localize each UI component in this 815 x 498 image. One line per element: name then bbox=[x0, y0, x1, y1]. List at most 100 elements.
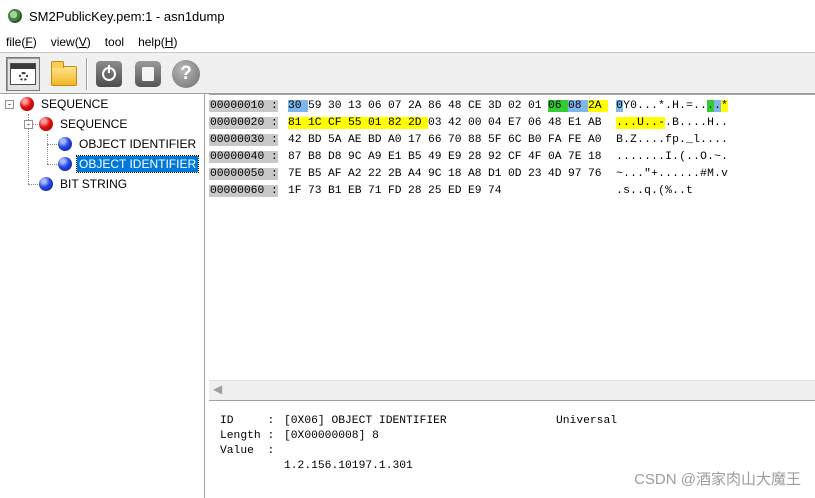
hex-byte[interactable]: 18 bbox=[588, 151, 608, 163]
hex-byte[interactable]: 2B bbox=[388, 168, 408, 180]
hex-byte[interactable]: 9C bbox=[348, 151, 368, 163]
hex-byte[interactable]: 88 bbox=[468, 134, 488, 146]
hex-byte[interactable]: 70 bbox=[448, 134, 468, 146]
hex-byte[interactable]: BD bbox=[308, 134, 328, 146]
hex-byte[interactable]: 2A bbox=[588, 99, 608, 112]
menu-file[interactable]: file(F) bbox=[6, 35, 37, 49]
hex-byte[interactable]: FA bbox=[548, 134, 568, 146]
hex-byte[interactable]: 59 bbox=[308, 100, 328, 112]
hex-byte[interactable]: 06 bbox=[368, 100, 388, 112]
hex-byte[interactable]: A4 bbox=[408, 168, 428, 180]
hex-byte[interactable]: 06 bbox=[528, 117, 548, 129]
hex-byte[interactable]: AF bbox=[328, 168, 348, 180]
hex-byte[interactable]: 2D bbox=[408, 116, 428, 129]
hex-byte[interactable]: FD bbox=[388, 185, 408, 197]
hex-byte[interactable]: 04 bbox=[488, 117, 508, 129]
hex-view[interactable]: 00000010 :30 59 30 13 06 07 2A 86 48 CE 3D 02 01 06 08… bbox=[209, 94, 815, 399]
hex-byte[interactable]: D8 bbox=[328, 151, 348, 163]
hex-byte[interactable]: E1 bbox=[568, 117, 588, 129]
tree-toggle[interactable]: - bbox=[5, 100, 14, 109]
hex-byte[interactable]: B8 bbox=[308, 151, 328, 163]
hex-byte[interactable]: 1C bbox=[308, 116, 328, 129]
hex-byte[interactable]: ED bbox=[448, 185, 468, 197]
hex-byte[interactable]: 4F bbox=[528, 151, 548, 163]
hex-byte[interactable]: 23 bbox=[528, 168, 548, 180]
hex-byte[interactable]: 1F bbox=[288, 185, 308, 197]
hex-byte[interactable]: 42 bbox=[288, 134, 308, 146]
save-button[interactable] bbox=[131, 57, 165, 91]
hex-byte[interactable]: 03 bbox=[428, 117, 448, 129]
hex-byte[interactable]: 17 bbox=[408, 134, 428, 146]
hex-byte[interactable]: A0 bbox=[588, 134, 608, 146]
tree-node-sequence[interactable]: SEQUENCE bbox=[39, 114, 129, 134]
hex-byte[interactable]: 5F bbox=[488, 134, 508, 146]
scroll-left-icon[interactable]: ◀ bbox=[213, 382, 222, 396]
hex-byte[interactable]: A9 bbox=[368, 151, 388, 163]
hex-byte[interactable]: 07 bbox=[388, 100, 408, 112]
hex-byte[interactable]: BD bbox=[368, 134, 388, 146]
hex-byte[interactable]: AE bbox=[348, 134, 368, 146]
horizontal-scrollbar[interactable]: ◀ bbox=[209, 380, 815, 397]
hex-byte[interactable]: A0 bbox=[388, 134, 408, 146]
settings-button[interactable] bbox=[6, 57, 40, 91]
hex-byte[interactable]: 3D bbox=[488, 100, 508, 112]
hex-byte[interactable]: E9 bbox=[468, 185, 488, 197]
hex-byte[interactable]: D1 bbox=[488, 168, 508, 180]
hex-byte[interactable]: 97 bbox=[568, 168, 588, 180]
hex-byte[interactable]: 18 bbox=[448, 168, 468, 180]
hex-byte[interactable]: 4D bbox=[548, 168, 568, 180]
hex-byte[interactable]: 08 bbox=[568, 99, 588, 112]
hex-byte[interactable]: 7E bbox=[288, 168, 308, 180]
tree-node-bit-string[interactable]: BIT STRING bbox=[39, 174, 129, 194]
hex-byte[interactable]: 00 bbox=[468, 117, 488, 129]
hex-byte[interactable]: 02 bbox=[508, 100, 528, 112]
hex-byte[interactable]: 25 bbox=[428, 185, 448, 197]
hex-byte[interactable]: 5A bbox=[328, 134, 348, 146]
hex-byte[interactable]: 42 bbox=[448, 117, 468, 129]
hex-byte[interactable]: CF bbox=[328, 116, 348, 129]
hex-byte[interactable]: FE bbox=[568, 134, 588, 146]
hex-byte[interactable]: 74 bbox=[488, 185, 508, 197]
hex-byte[interactable]: 2A bbox=[408, 100, 428, 112]
hex-byte[interactable]: 86 bbox=[428, 100, 448, 112]
hex-byte[interactable]: 73 bbox=[308, 185, 328, 197]
asn1-tree[interactable]: - SEQUENCE - SEQUENCE OBJECT IDENTIFIER … bbox=[0, 94, 205, 498]
hex-byte[interactable]: 28 bbox=[408, 185, 428, 197]
hex-byte[interactable]: 92 bbox=[488, 151, 508, 163]
hex-byte[interactable]: E1 bbox=[388, 151, 408, 163]
hex-byte[interactable]: 30 bbox=[288, 99, 308, 112]
hex-byte[interactable]: 49 bbox=[428, 151, 448, 163]
tree-node-sequence[interactable]: SEQUENCE bbox=[20, 94, 110, 114]
hex-byte[interactable]: 55 bbox=[348, 116, 368, 129]
hex-byte[interactable]: 28 bbox=[468, 151, 488, 163]
hex-byte[interactable]: B5 bbox=[408, 151, 428, 163]
hex-byte[interactable]: 82 bbox=[388, 116, 408, 129]
hex-byte[interactable]: 71 bbox=[368, 185, 388, 197]
hex-byte[interactable]: 6C bbox=[508, 134, 528, 146]
power-button[interactable] bbox=[92, 57, 126, 91]
hex-byte[interactable]: A8 bbox=[468, 168, 488, 180]
hex-byte[interactable]: 0A bbox=[548, 151, 568, 163]
hex-byte[interactable]: 87 bbox=[288, 151, 308, 163]
hex-byte[interactable]: B5 bbox=[308, 168, 328, 180]
open-file-button[interactable] bbox=[47, 57, 81, 91]
hex-byte[interactable]: A2 bbox=[348, 168, 368, 180]
tree-node-object-identifier[interactable]: OBJECT IDENTIFIER bbox=[58, 134, 198, 154]
hex-byte[interactable]: 22 bbox=[368, 168, 388, 180]
hex-byte[interactable]: 66 bbox=[428, 134, 448, 146]
menu-tool[interactable]: tool bbox=[105, 35, 124, 49]
menu-view[interactable]: view(V) bbox=[51, 35, 91, 49]
hex-byte[interactable]: 01 bbox=[368, 116, 388, 129]
hex-byte[interactable]: 76 bbox=[588, 168, 608, 180]
hex-byte[interactable]: 13 bbox=[348, 100, 368, 112]
hex-byte[interactable]: 81 bbox=[288, 116, 308, 129]
tree-node-object-identifier-selected[interactable]: OBJECT IDENTIFIER bbox=[58, 154, 200, 174]
hex-byte[interactable]: B1 bbox=[328, 185, 348, 197]
hex-byte[interactable]: EB bbox=[348, 185, 368, 197]
hex-byte[interactable]: CE bbox=[468, 100, 488, 112]
tree-toggle[interactable]: - bbox=[24, 120, 33, 129]
hex-byte[interactable]: 0D bbox=[508, 168, 528, 180]
hex-byte[interactable]: 01 bbox=[528, 100, 548, 112]
hex-byte[interactable]: E7 bbox=[508, 117, 528, 129]
hex-byte[interactable]: E9 bbox=[448, 151, 468, 163]
